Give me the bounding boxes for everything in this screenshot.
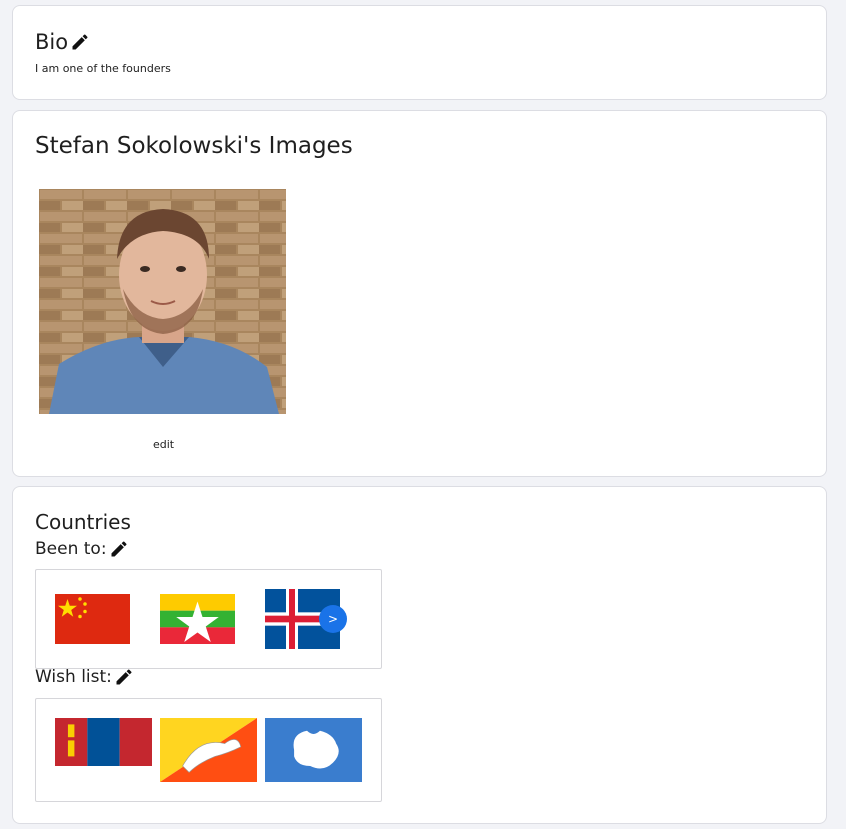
pencil-icon[interactable] (109, 539, 129, 559)
wish-list-heading: Wish list: (35, 667, 134, 687)
profile-photo[interactable] (39, 189, 286, 414)
been-to-flags: > (35, 569, 382, 669)
been-to-heading: Been to: (35, 539, 129, 559)
countries-title: Countries (35, 510, 131, 534)
wish-list-flags (35, 698, 382, 802)
images-title: Stefan Sokolowski's Images (35, 133, 353, 159)
pencil-icon[interactable] (70, 32, 90, 52)
wish-list-label: Wish list: (35, 667, 112, 687)
flag-bhutan[interactable] (160, 718, 257, 782)
bio-title: Bio (35, 30, 69, 54)
flag-myanmar[interactable] (160, 594, 235, 644)
flag-antarctica[interactable] (265, 718, 362, 782)
images-card: Stefan Sokolowski's Images edit (12, 110, 827, 477)
next-flags-button[interactable]: > (319, 605, 347, 633)
pencil-icon[interactable] (114, 667, 134, 687)
edit-image-link[interactable]: edit (153, 438, 174, 451)
bio-text: I am one of the founders (35, 62, 171, 75)
bio-card: Bio I am one of the founders (12, 5, 827, 100)
been-to-label: Been to: (35, 539, 107, 559)
flag-mongolia[interactable] (55, 718, 152, 766)
flag-china[interactable] (55, 594, 130, 644)
bio-heading: Bio (35, 30, 90, 54)
countries-card: Countries Been to: > Wish list: (12, 486, 827, 824)
